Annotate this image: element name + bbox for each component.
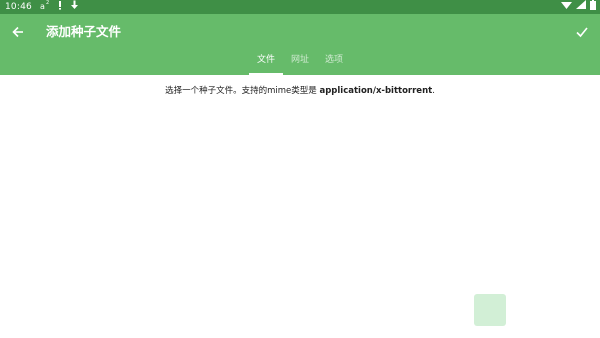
svg-text:a: a <box>40 2 45 10</box>
back-arrow-icon <box>12 23 24 42</box>
info-text: 选择一个种子文件。支持的mime类型是 application/x-bittor… <box>0 85 600 98</box>
mime-type: application/x-bittorrent <box>319 86 433 96</box>
alert-icon <box>56 0 64 15</box>
tab-bar: 文件 网址 选项 <box>0 50 600 75</box>
svg-text:2: 2 <box>46 0 49 6</box>
download-icon <box>70 0 79 15</box>
watermark-logo-icon <box>474 294 506 326</box>
a-superscript-icon: a 2 <box>40 0 50 15</box>
status-left: 10:46 a 2 <box>5 0 85 14</box>
tab-url[interactable]: 网址 <box>283 50 317 75</box>
status-bar: 10:46 a 2 <box>0 0 600 14</box>
app-bar: 添加种子文件 文件 网址 选项 <box>0 14 600 75</box>
page-title: 添加种子文件 <box>46 24 122 39</box>
signal-icon <box>576 0 586 14</box>
watermark <box>472 292 592 330</box>
tab-file[interactable]: 文件 <box>249 50 283 75</box>
back-button[interactable] <box>8 22 28 42</box>
status-time: 10:46 <box>5 2 32 12</box>
battery-icon <box>590 0 596 15</box>
tab-options[interactable]: 选项 <box>317 50 351 75</box>
wifi-icon <box>561 0 572 14</box>
check-icon <box>576 23 588 42</box>
screen: 10:46 a 2 添加种子文件 文件 网址 选项 选择一个种子文件。支持的mi… <box>0 0 600 338</box>
info-text-suffix: . <box>432 86 435 96</box>
status-right <box>561 0 596 14</box>
info-text-prefix: 选择一个种子文件。支持的mime类型是 <box>165 86 320 96</box>
confirm-button[interactable] <box>572 22 592 42</box>
